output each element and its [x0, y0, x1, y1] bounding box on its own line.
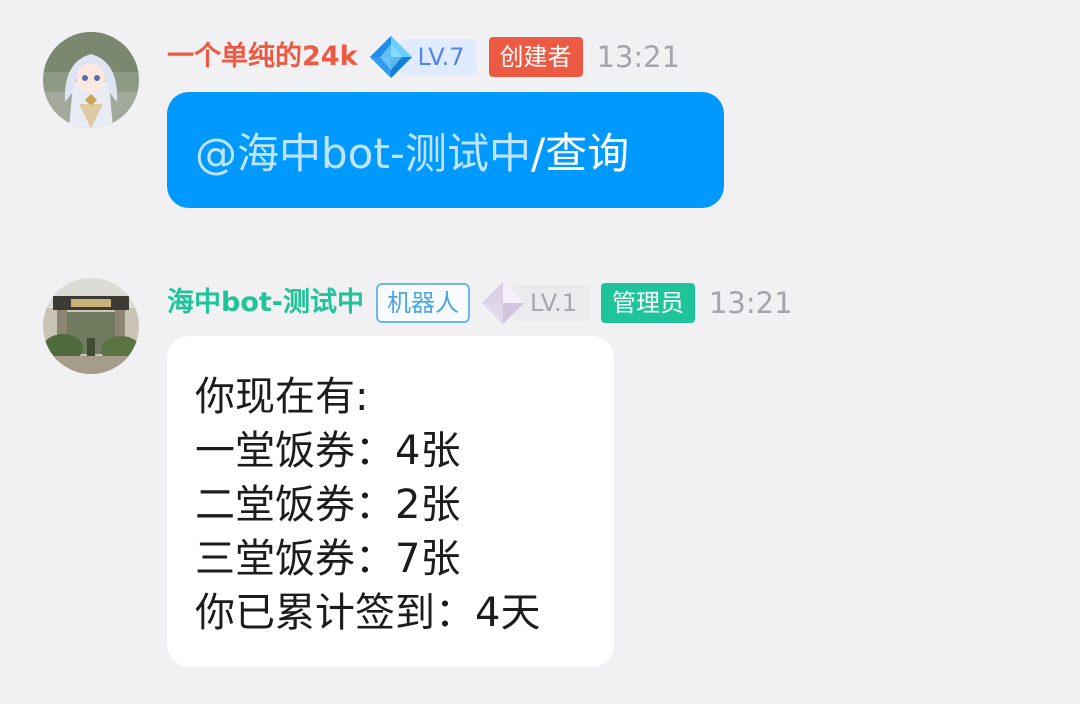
message-line: 一堂饭券：4张 [195, 428, 461, 474]
role-badge: 管理员 [600, 283, 695, 323]
level-badge: LV.1 [480, 282, 589, 324]
timestamp: 13:21 [596, 40, 681, 74]
message-header: 一个单纯的24k LV.7 创建者 13:21 [167, 34, 680, 80]
sender-name[interactable]: 一个单纯的24k [167, 34, 358, 80]
gray-diamond-icon [482, 282, 524, 324]
message-line: 你现在有: [195, 374, 369, 420]
level-badge: LV.7 [368, 36, 477, 78]
message-line: 三堂饭券：7张 [195, 536, 461, 582]
message-bubble[interactable]: @海中bot-测试中 /查询 [167, 92, 724, 208]
message-line: 你已累计签到：4天 [195, 590, 541, 636]
sender-name[interactable]: 海中bot-测试中 [167, 280, 364, 326]
mention-text[interactable]: @海中bot-测试中 [195, 120, 531, 181]
avatar[interactable] [43, 32, 139, 128]
chat-view: 一个单纯的24k LV.7 创建者 13:21 @海中bot-测试中 /查询 海… [0, 0, 1080, 704]
message-header: 海中bot-测试中 机器人 LV.1 管理员 13:21 [167, 280, 793, 326]
message-bubble[interactable]: 你现在有: 一堂饭券：4张 二堂饭券：2张 三堂饭券：7张 你已累计签到：4天 [167, 336, 614, 667]
bot-tag: 机器人 [376, 283, 470, 323]
blue-diamond-icon [369, 36, 412, 78]
role-badge: 创建者 [488, 37, 583, 77]
timestamp: 13:21 [708, 286, 793, 320]
message-line: 二堂饭券：2张 [195, 482, 461, 528]
command-text: /查询 [530, 128, 630, 178]
avatar[interactable] [43, 278, 139, 374]
